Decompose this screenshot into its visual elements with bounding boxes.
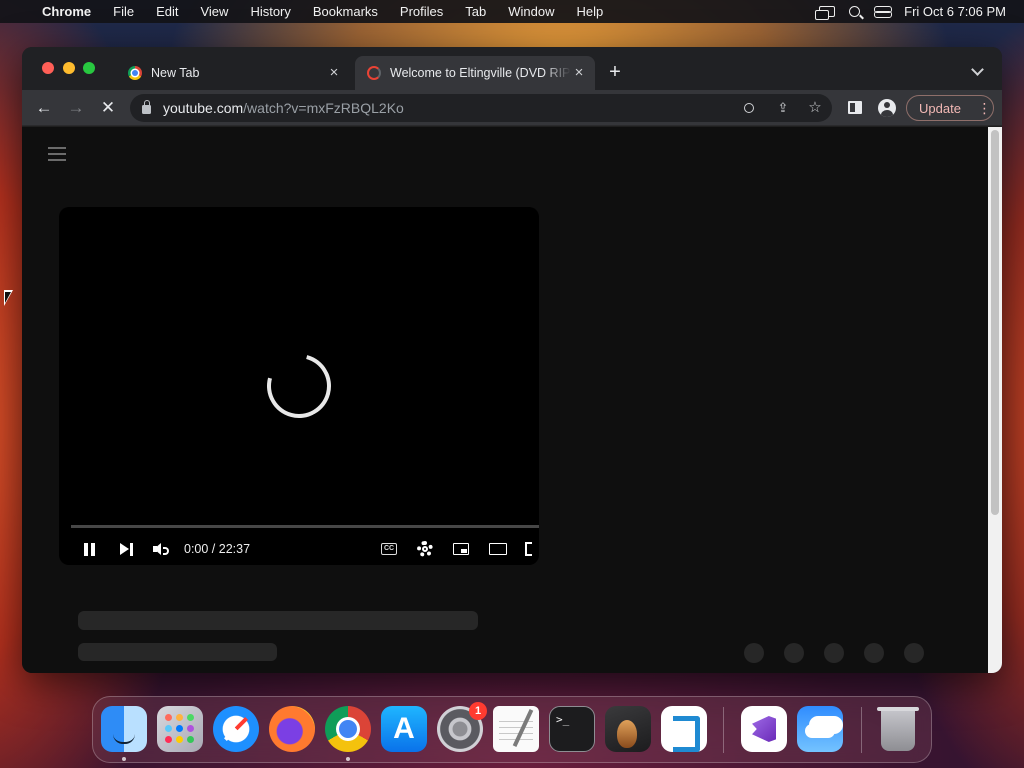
share-icon[interactable]: ⇪ (775, 100, 791, 116)
video-time: 0:00 / 22:37 (184, 542, 251, 556)
player-controls: 0:00 / 22:37 CC (59, 535, 539, 563)
dock-visual-studio-icon[interactable] (741, 706, 787, 752)
side-panel-icon[interactable] (848, 101, 862, 114)
menu-bar: Chrome File Edit View History Bookmarks … (0, 0, 1024, 23)
title-placeholder (78, 611, 478, 630)
dock-safari-icon[interactable] (213, 706, 259, 752)
menu-view[interactable]: View (189, 4, 239, 19)
search-icon[interactable] (744, 103, 754, 113)
back-arrow-icon[interactable]: ← (32, 96, 56, 120)
tab-close-icon[interactable]: × (571, 65, 587, 81)
update-button[interactable]: Update ⋮ (906, 95, 994, 121)
chrome-menu-icon[interactable]: ⋮ (975, 100, 993, 117)
menu-bookmarks[interactable]: Bookmarks (302, 4, 389, 19)
menu-app-chrome[interactable]: Chrome (40, 4, 102, 19)
channel-placeholder (78, 643, 277, 661)
menubar-clock[interactable]: Fri Oct 6 7:06 PM (904, 4, 1006, 19)
youtube-page: 0:00 / 22:37 CC (22, 127, 988, 673)
tab-strip: New Tab × Welcome to Eltingville (DVD RI… (22, 47, 1002, 90)
tab-new-tab[interactable]: New Tab × (118, 56, 350, 90)
dock-terminal-icon[interactable]: >_ (549, 706, 595, 752)
profile-avatar-icon[interactable] (878, 99, 896, 117)
minimize-window-button[interactable] (63, 62, 75, 74)
zoom-window-button[interactable] (83, 62, 95, 74)
miniplayer-button[interactable] (453, 543, 469, 555)
scrollbar-thumb[interactable] (991, 130, 999, 515)
video-progress-bar[interactable] (71, 525, 539, 528)
url-host: youtube.com (163, 100, 244, 116)
running-indicator (346, 757, 350, 761)
next-video-button[interactable] (117, 540, 135, 558)
menu-tab[interactable]: Tab (454, 4, 497, 19)
action-placeholder (744, 643, 764, 663)
page-scrollbar[interactable] (988, 127, 1002, 673)
dock-app-store-icon[interactable]: A (381, 706, 427, 752)
tab-title: New Tab (151, 66, 200, 80)
dock-separator (861, 707, 862, 753)
spotlight-search-icon[interactable] (849, 6, 861, 17)
subtitles-button[interactable]: CC (381, 543, 397, 555)
lock-icon[interactable] (142, 100, 151, 114)
stop-loading-icon[interactable]: ✕ (96, 96, 120, 120)
notification-badge: 1 (469, 702, 487, 720)
address-bar[interactable]: youtube.com/watch?v=mxFzRBQL2Ko ⇪ ☆ (130, 94, 832, 122)
loading-favicon-icon (367, 66, 381, 80)
browser-toolbar: ← → ✕ youtube.com/watch?v=mxFzRBQL2Ko ⇪ … (22, 90, 1002, 126)
dock-chrome-icon[interactable] (325, 706, 371, 752)
dock-textedit-icon[interactable] (493, 706, 539, 752)
chrome-favicon-icon (128, 66, 142, 80)
dock-separator (723, 707, 724, 753)
loading-spinner-icon (255, 342, 343, 430)
menu-file[interactable]: File (102, 4, 145, 19)
action-placeholder (824, 643, 844, 663)
action-placeholder (904, 643, 924, 663)
menu-history[interactable]: History (239, 4, 301, 19)
chrome-window: New Tab × Welcome to Eltingville (DVD RI… (22, 47, 1002, 673)
running-indicator (122, 757, 126, 761)
url-path: /watch?v=mxFzRBQL2Ko (243, 100, 404, 116)
tab-youtube-video[interactable]: Welcome to Eltingville (DVD RIP) × (355, 56, 595, 90)
menu-profiles[interactable]: Profiles (389, 4, 454, 19)
dock-vscode-icon[interactable] (661, 706, 707, 752)
screen-mirroring-icon[interactable] (815, 6, 836, 20)
tab-title: Welcome to Eltingville (DVD RIP) (390, 66, 571, 80)
dock-weather-icon[interactable] (797, 706, 843, 752)
dock: A 1 >_ (92, 696, 932, 763)
dock-trash-icon[interactable] (877, 707, 919, 751)
dock-garageband-icon[interactable] (605, 706, 651, 752)
new-tab-plus-icon[interactable]: + (605, 62, 625, 83)
pause-button[interactable] (81, 540, 99, 558)
tab-search-chevron-icon[interactable] (970, 65, 986, 77)
video-player[interactable]: 0:00 / 22:37 CC (59, 207, 539, 565)
dock-launchpad-icon[interactable] (157, 706, 203, 752)
bookmark-star-icon[interactable]: ☆ (807, 100, 823, 116)
theater-mode-button[interactable] (489, 543, 507, 555)
dock-finder-icon[interactable] (101, 706, 147, 752)
update-label: Update (919, 100, 961, 116)
forward-arrow-icon[interactable]: → (64, 96, 88, 120)
close-window-button[interactable] (42, 62, 54, 74)
control-center-icon[interactable] (874, 5, 893, 18)
tab-close-icon[interactable]: × (326, 65, 342, 81)
menu-help[interactable]: Help (566, 4, 615, 19)
action-placeholder (784, 643, 804, 663)
menu-edit[interactable]: Edit (145, 4, 189, 19)
settings-gear-icon[interactable] (417, 541, 433, 557)
action-placeholder (864, 643, 884, 663)
dock-firefox-icon[interactable] (269, 706, 315, 752)
menu-window[interactable]: Window (497, 4, 565, 19)
hamburger-menu-icon[interactable] (48, 147, 66, 161)
fullscreen-button[interactable] (525, 542, 539, 556)
